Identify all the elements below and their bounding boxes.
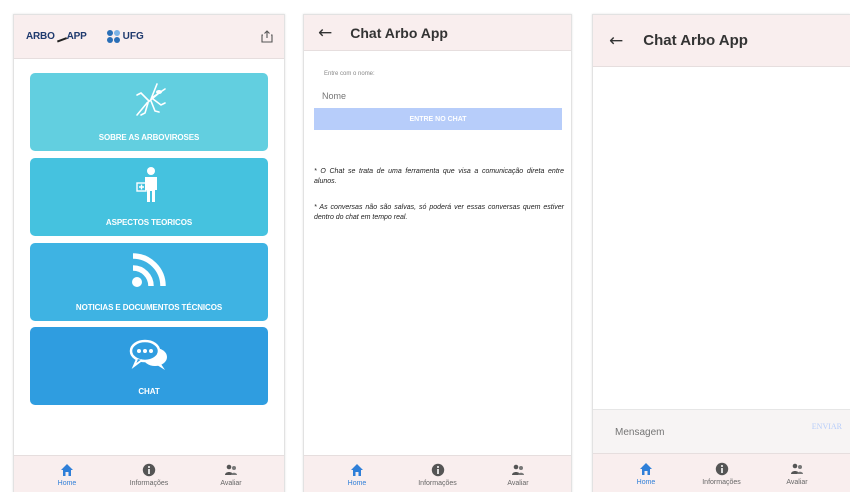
bottom-navigation: Home Informações Avaliar [304,455,571,492]
chat-bubbles-icon [30,335,268,373]
home-app-bar: ARBO APP UFG [14,15,284,59]
nav-info-label: Informações [702,478,741,486]
enter-chat-button[interactable]: ENTRE NO CHAT [314,108,562,130]
nav-info-label: Informações [129,479,169,487]
message-composer: ENVIAR [593,409,850,453]
mosquito-icon [30,81,268,119]
nav-home[interactable]: Home [611,454,681,492]
back-arrow-icon[interactable]: ← [609,31,623,51]
page-title: Chat Arbo App [350,24,448,41]
name-field-label: Entre com o nome: [324,71,375,77]
arbo-app-logo: ARBO APP [26,31,87,42]
logo-mosquito-icon [54,31,67,42]
chat-room-app-bar: ← Chat Arbo App [593,15,850,67]
nav-rate-label: Avaliar [507,479,529,487]
bottom-navigation: Home Informações Avaliar [593,453,850,492]
tile-label: NOTICIAS E DOCUMENTOS TÉCNICOS [75,303,223,312]
tile-label: ASPECTOS TEORICOS [105,218,193,227]
nav-informacoes[interactable]: Informações [687,454,757,492]
nav-avaliar[interactable]: Avaliar [762,454,832,492]
nav-avaliar[interactable]: Avaliar [483,456,553,492]
tile-noticias-documentos[interactable]: NOTICIAS E DOCUMENTOS TÉCNICOS [30,243,268,321]
nav-informacoes[interactable]: Informações [114,456,184,492]
logo-app-text: APP [66,31,87,42]
nav-avaliar[interactable]: Avaliar [196,456,266,492]
nav-home[interactable]: Home [322,456,392,492]
back-arrow-icon[interactable]: ← [318,23,332,43]
ufg-logo: UFG [106,30,144,43]
home-icon [640,462,652,475]
page-title: Chat Arbo App [643,32,748,49]
rss-feed-icon [30,251,268,289]
info-icon [431,463,444,476]
nav-home-label: Home [347,479,367,487]
ufg-logo-mark [106,30,120,43]
nav-rate-label: Avaliar [220,479,242,487]
info-icon [142,463,156,476]
tile-aspectos-teoricos[interactable]: ASPECTOS TEORICOS [30,158,268,236]
nav-home[interactable]: Home [32,456,102,492]
nav-home-label: Home [636,478,656,486]
bottom-navigation: Home Informações Avaliar [14,455,284,492]
nav-informacoes[interactable]: Informações [403,456,473,492]
doctor-icon [30,166,268,204]
name-input[interactable] [322,87,562,105]
info-icon [715,462,728,475]
tile-sobre-arboviroses[interactable]: SOBRE AS ARBOVIROSES [30,73,268,151]
chat-entry-screen: ← Chat Arbo App Entre com o nome: ENTRE … [303,14,572,492]
logo-arbo-text: ARBO [26,31,55,42]
nav-rate-label: Avaliar [786,478,808,486]
share-icon[interactable] [261,30,273,43]
chat-room-screen: ← Chat Arbo App ENVIAR Home Informações … [592,14,850,492]
tile-label: SOBRE AS ARBOVIROSES [98,133,200,142]
message-input[interactable] [615,423,775,441]
ufg-logo-text: UFG [122,31,144,42]
home-icon [351,463,363,476]
nav-home-label: Home [57,479,77,487]
chat-info-note: * O Chat se trata de uma ferramenta que … [314,168,564,185]
home-screen: ARBO APP UFG SOBRE AS ARBOVIROSES ASPECT… [13,14,285,492]
rate-people-icon [225,464,237,475]
send-button[interactable]: ENVIAR [812,422,842,431]
home-icon [61,463,73,476]
chat-privacy-note: * As conversas não são salvas, só poderá… [314,204,564,221]
tile-chat[interactable]: CHAT [30,327,268,405]
tile-label: CHAT [138,387,160,396]
rate-people-icon [791,463,803,474]
chat-entry-app-bar: ← Chat Arbo App [304,15,571,51]
nav-info-label: Informações [418,479,457,487]
rate-people-icon [512,464,524,475]
